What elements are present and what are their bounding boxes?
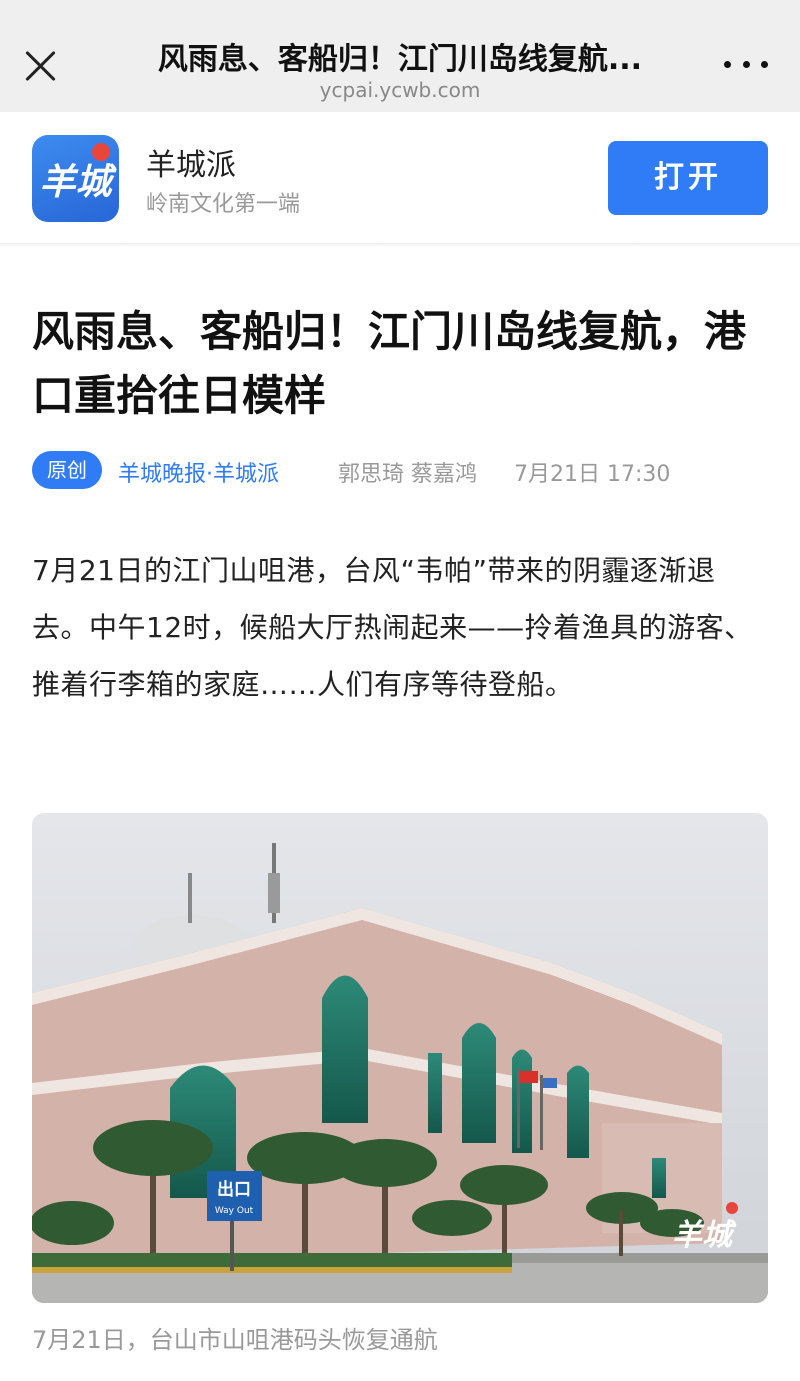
page-url: ycpai.ycwb.com: [319, 78, 481, 102]
article-authors: 郭思琦 蔡嘉鸿: [338, 462, 477, 487]
original-badge: 原创: [32, 451, 102, 489]
image-watermark: 羊城: [672, 1218, 732, 1253]
app-slogan: 岭南文化第一端: [146, 192, 301, 217]
logo-dot-icon: [92, 143, 110, 161]
article-source-link[interactable]: 羊城晚报·羊城派: [118, 456, 279, 488]
open-app-button[interactable]: 打开: [608, 141, 768, 215]
app-logo-text: 羊城: [39, 161, 112, 203]
app-name: 羊城派: [146, 148, 236, 183]
app-logo: 羊城: [32, 135, 119, 222]
divider: [0, 243, 800, 247]
exit-sign-english: Way Out: [215, 1206, 254, 1216]
article-headline: 风雨息、客船归！江门川岛线复航，港口重拾往日模样: [32, 307, 747, 420]
article-photo[interactable]: 出口 Way Out: [32, 813, 768, 1303]
exit-sign-text: 出口: [217, 1179, 251, 1200]
port-building-illustration: 出口 Way Out: [32, 813, 768, 1303]
publish-time: 7月21日 17:30: [514, 462, 671, 487]
watermark-dot-icon: [726, 1202, 738, 1214]
close-icon[interactable]: [22, 48, 58, 84]
article-paragraph: 7月21日的江门山咀港，台风“韦帕”带来的阴霾逐渐退去。中午12时，候船大厅热闹…: [32, 554, 753, 701]
more-options-icon[interactable]: [724, 56, 768, 72]
page-title: 风雨息、客船归！江门川岛线复航...: [157, 42, 643, 77]
photo-caption: 7月21日，台山市山咀港码头恢复通航: [32, 1326, 438, 1354]
